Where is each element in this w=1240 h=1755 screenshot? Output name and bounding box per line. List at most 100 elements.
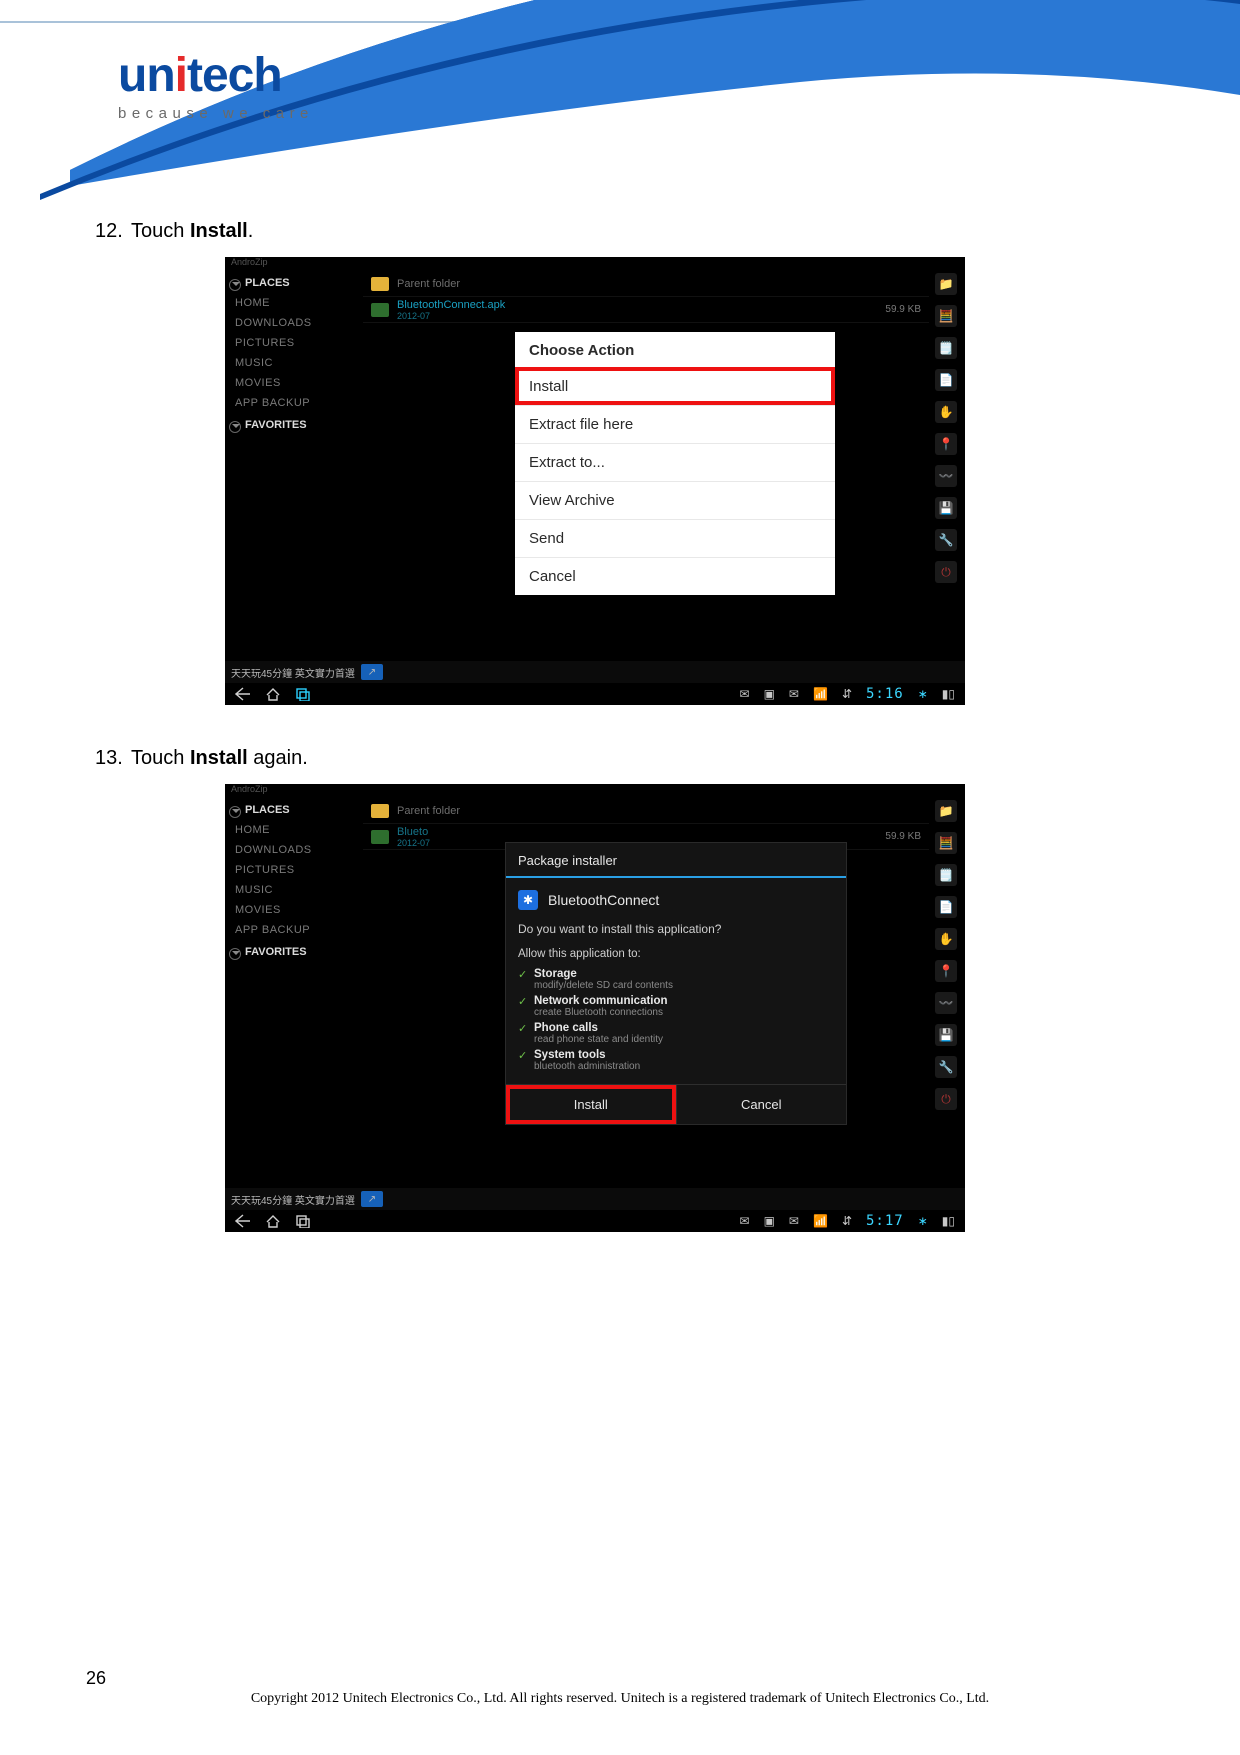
dock-icon[interactable]: 🧮 [935, 305, 957, 327]
recents-icon[interactable] [295, 687, 311, 701]
task-label: 天天玩45分鐘 英文實力首選 [231, 1192, 355, 1207]
action-view-archive[interactable]: View Archive [515, 481, 835, 519]
dock-icon[interactable]: 🧮 [935, 832, 957, 854]
action-extract-here[interactable]: Extract file here [515, 405, 835, 443]
back-icon[interactable] [235, 1214, 251, 1228]
sidebar-item-movies[interactable]: MOVIES [225, 373, 363, 393]
action-extract-to[interactable]: Extract to... [515, 443, 835, 481]
dock-icon[interactable]: 🗒️ [935, 337, 957, 359]
folder-icon [371, 804, 389, 818]
sidebar-item-downloads[interactable]: DOWNLOADS [225, 840, 363, 860]
right-app-dock: 📁 🧮 🗒️ 📄 ✋ 📍 〰️ 💾 🔧 ⏻ [935, 800, 961, 1110]
file-row-parent[interactable]: Parent folder [363, 271, 929, 297]
sidebar-group-places[interactable]: PLACES [225, 798, 363, 820]
sidebar-item-appbackup[interactable]: APP BACKUP [225, 393, 363, 413]
back-icon[interactable] [235, 687, 251, 701]
sidebar-group-favorites[interactable]: FAVORITES [225, 940, 363, 962]
task-chip-icon[interactable]: ↗ [361, 664, 383, 680]
sidebar-item-music[interactable]: MUSIC [225, 353, 363, 373]
dock-icon[interactable]: 💾 [935, 497, 957, 519]
file-row-parent[interactable]: Parent folder [363, 798, 929, 824]
places-sidebar: PLACES HOME DOWNLOADS PICTURES MUSIC MOV… [225, 798, 363, 962]
app-title-bar: AndroZip [225, 784, 965, 798]
task-switcher-bar: 天天玩45分鐘 英文實力首選 ↗ [225, 661, 965, 683]
system-bar: ✉ ▣ ✉ 📶 ⇵ 5:16 ∗ ▮▯ [225, 683, 965, 705]
dock-icon[interactable]: ✋ [935, 928, 957, 950]
task-switcher-bar: 天天玩45分鐘 英文實力首選 ↗ [225, 1188, 965, 1210]
cancel-button[interactable]: Cancel [677, 1085, 847, 1124]
choose-action-dialog: Choose Action Install Extract file here … [515, 332, 835, 595]
screenshot-step-13: AndroZip PLACES HOME DOWNLOADS PICTURES … [225, 784, 965, 1232]
status-icon: ✉ [740, 687, 750, 701]
sidebar-item-home[interactable]: HOME [225, 820, 363, 840]
install-button[interactable]: Install [506, 1085, 676, 1124]
dock-icon[interactable]: 〰️ [935, 992, 957, 1014]
installer-allow-heading: Allow this application to: [506, 944, 846, 966]
right-app-dock: 📁 🧮 🗒️ 📄 ✋ 📍 〰️ 💾 🔧 ⏻ [935, 273, 961, 583]
perm-storage: Storagemodify/delete SD card contents [506, 966, 846, 993]
task-chip-icon[interactable]: ↗ [361, 1191, 383, 1207]
status-icon: ✉ [789, 1214, 799, 1228]
dock-icon[interactable]: 〰️ [935, 465, 957, 487]
dock-icon[interactable]: 🔧 [935, 529, 957, 551]
file-row-apk[interactable]: BluetoothConnect.apk 2012-07 59.9 KB [363, 297, 929, 323]
dock-icon[interactable]: 📍 [935, 433, 957, 455]
status-icon: 📶 [813, 1214, 828, 1228]
sidebar-item-music[interactable]: MUSIC [225, 880, 363, 900]
sidebar-item-home[interactable]: HOME [225, 293, 363, 313]
action-install[interactable]: Install [515, 367, 835, 405]
dock-icon[interactable]: 📍 [935, 960, 957, 982]
usb-icon: ⇵ [842, 687, 852, 701]
sidebar-item-movies[interactable]: MOVIES [225, 900, 363, 920]
usb-icon: ⇵ [842, 1214, 852, 1228]
action-send[interactable]: Send [515, 519, 835, 557]
dock-icon[interactable]: ⏻ [935, 1088, 957, 1110]
sidebar-group-places[interactable]: PLACES [225, 271, 363, 293]
dock-icon[interactable]: 🔧 [935, 1056, 957, 1078]
installer-title: Package installer [506, 843, 846, 878]
perm-system: System toolsbluetooth administration [506, 1047, 846, 1074]
bluetooth-icon: ∗ [918, 1214, 928, 1228]
places-sidebar: PLACES HOME DOWNLOADS PICTURES MUSIC MOV… [225, 271, 363, 435]
apk-icon [371, 303, 389, 317]
dialog-title: Choose Action [515, 332, 835, 367]
package-installer-dialog: Package installer ✱ BluetoothConnect Do … [505, 842, 847, 1125]
home-icon[interactable] [265, 687, 281, 701]
action-cancel[interactable]: Cancel [515, 557, 835, 595]
dock-icon[interactable]: 📄 [935, 369, 957, 391]
sidebar-item-pictures[interactable]: PICTURES [225, 333, 363, 353]
screenshot-step-12: AndroZip PLACES HOME DOWNLOADS PICTURES … [225, 257, 965, 705]
home-icon[interactable] [265, 1214, 281, 1228]
app-title-bar: AndroZip [225, 257, 965, 271]
dock-icon[interactable]: ⏻ [935, 561, 957, 583]
status-clock: 5:17 [866, 1213, 904, 1229]
status-icon: ✉ [789, 687, 799, 701]
dock-icon[interactable]: ✋ [935, 401, 957, 423]
file-list: Parent folder BluetoothConnect.apk 2012-… [363, 271, 929, 323]
installer-question: Do you want to install this application? [506, 922, 846, 944]
battery-icon: ▮▯ [942, 1214, 955, 1228]
sidebar-item-appbackup[interactable]: APP BACKUP [225, 920, 363, 940]
apk-icon [371, 830, 389, 844]
page-number: 26 [86, 1668, 106, 1689]
sidebar-item-pictures[interactable]: PICTURES [225, 860, 363, 880]
dock-icon[interactable]: 📁 [935, 800, 957, 822]
sidebar-item-downloads[interactable]: DOWNLOADS [225, 313, 363, 333]
step-12-text: 12.Touch Install. [95, 220, 1145, 243]
brand-logo: unitech because we care [118, 48, 314, 122]
battery-icon: ▮▯ [942, 687, 955, 701]
status-icon: ▣ [764, 687, 775, 701]
status-icon: ✉ [740, 1214, 750, 1228]
status-icon: 📶 [813, 687, 828, 701]
perm-network: Network communicationcreate Bluetooth co… [506, 993, 846, 1020]
recents-icon[interactable] [295, 1214, 311, 1228]
dock-icon[interactable]: 📄 [935, 896, 957, 918]
step-13-text: 13.Touch Install again. [95, 747, 1145, 770]
dock-icon[interactable]: 🗒️ [935, 864, 957, 886]
bluetooth-app-icon: ✱ [518, 890, 538, 910]
dock-icon[interactable]: 📁 [935, 273, 957, 295]
task-label: 天天玩45分鐘 英文實力首選 [231, 665, 355, 680]
bluetooth-icon: ∗ [918, 687, 928, 701]
sidebar-group-favorites[interactable]: FAVORITES [225, 413, 363, 435]
dock-icon[interactable]: 💾 [935, 1024, 957, 1046]
